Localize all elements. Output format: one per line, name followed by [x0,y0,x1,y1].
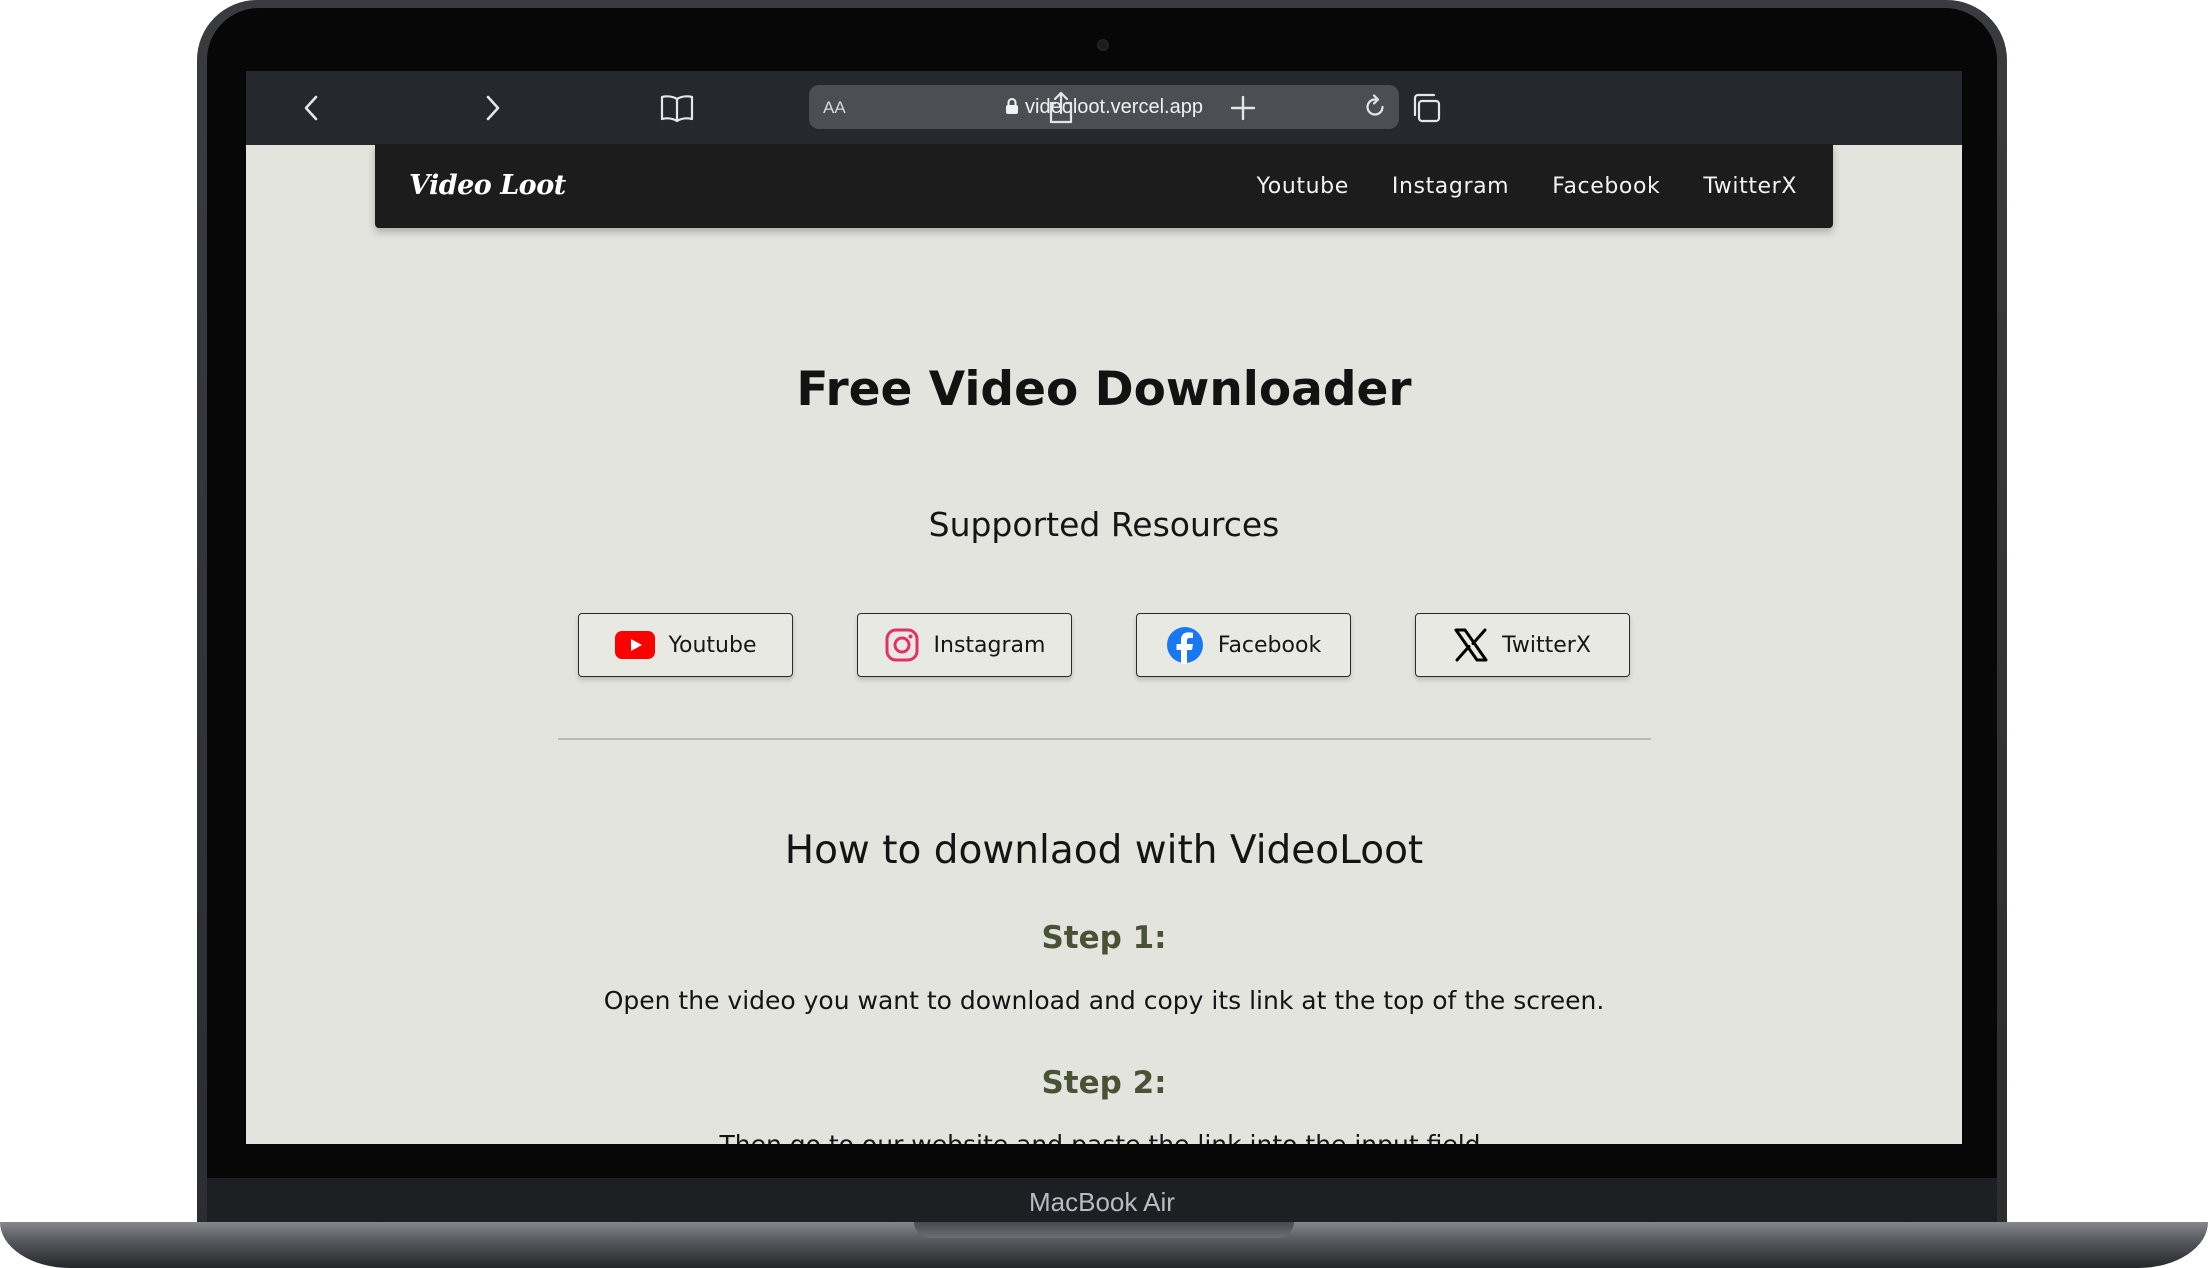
lid-opening-notch [914,1222,1294,1238]
camera-icon [1097,39,1109,51]
step-1-text: Open the video you want to download and … [603,986,1605,1015]
nav-links: Youtube Instagram Facebook TwitterX [1257,144,1797,228]
new-tab-icon[interactable] [1223,88,1263,128]
nav-link-facebook[interactable]: Facebook [1552,174,1660,199]
device-mockup: AA videoloot.vercel.app Video Loot Youtu… [0,0,2208,1268]
step-1-title: Step 1: [1041,920,1167,956]
instagram-icon [885,628,919,662]
site-navbar: Video Loot Youtube Instagram Facebook Tw… [375,144,1833,228]
share-icon[interactable] [1041,88,1081,128]
forward-icon[interactable] [472,88,512,128]
x-icon [1454,628,1488,662]
browser-toolbar: AA videoloot.vercel.app [246,71,1962,145]
address-bar[interactable]: AA videoloot.vercel.app [809,85,1399,129]
twitterx-button-label: TwitterX [1502,632,1591,658]
nav-link-youtube[interactable]: Youtube [1257,174,1349,199]
device-label: MacBook Air [1029,1187,1175,1217]
back-icon[interactable] [292,88,332,128]
step-2-title: Step 2: [1041,1065,1167,1101]
youtube-button-label: Youtube [668,632,757,658]
resource-buttons: Youtube Instagram Facebook TwitterX [578,613,1630,677]
url-display: videoloot.vercel.app [809,85,1399,129]
twitterx-button[interactable]: TwitterX [1415,613,1630,677]
lock-icon [1006,98,1019,114]
step-2-text: Then go to our website and paste the lin… [246,1130,1962,1144]
nav-link-twitterx[interactable]: TwitterX [1703,174,1797,199]
youtube-icon [614,631,655,659]
bookmarks-icon[interactable] [657,88,697,128]
nav-link-instagram[interactable]: Instagram [1392,174,1509,199]
page-title: Free Video Downloader [796,362,1412,417]
reload-icon[interactable] [1359,91,1391,123]
tabs-icon[interactable] [1406,88,1446,128]
facebook-button[interactable]: Facebook [1136,613,1351,677]
howto-heading: How to downlaod with VideoLoot [784,828,1424,873]
facebook-icon [1166,627,1203,664]
facebook-button-label: Facebook [1217,632,1322,658]
browser-screen: AA videoloot.vercel.app Video Loot Youtu… [246,71,1962,1144]
resources-heading: Supported Resources [928,505,1280,544]
youtube-button[interactable]: Youtube [578,613,793,677]
instagram-button[interactable]: Instagram [857,613,1072,677]
instagram-button-label: Instagram [933,632,1046,658]
section-divider [558,738,1651,740]
site-logo[interactable]: Video Loot [409,144,566,228]
